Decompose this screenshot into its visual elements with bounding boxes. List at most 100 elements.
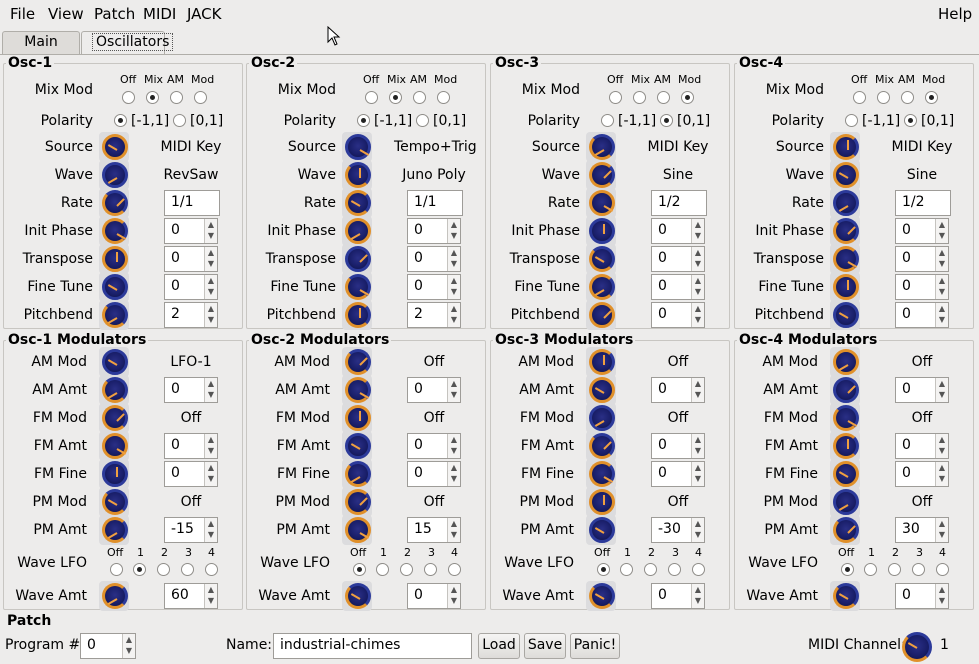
am-mod-knob[interactable] [833,349,859,375]
wave-lfo-radio[interactable] [448,563,461,576]
wave-lfo-radio[interactable] [110,563,123,576]
mix-mod-radio[interactable] [657,91,670,104]
wave-lfo-radio[interactable] [400,563,413,576]
spinner-arrows-icon[interactable]: ▲ ▼ [935,378,948,402]
polarity-unipolar-radio[interactable] [660,114,673,127]
wave-lfo-radio[interactable] [912,563,925,576]
init-phase-spinner[interactable]: 0 ▲ ▼ [164,218,218,244]
tab-oscillators[interactable]: Oscillators [81,31,174,55]
mix-mod-radio[interactable] [146,91,159,104]
transpose-spinner[interactable]: 0 ▲ ▼ [651,246,705,272]
fm-amt-spinner[interactable]: 0 ▲ ▼ [407,433,461,459]
fm-mod-knob[interactable] [102,405,128,431]
transpose-spinner[interactable]: 0 ▲ ▼ [895,246,949,272]
menu-patch[interactable]: Patch [94,5,135,23]
mix-mod-radio[interactable] [413,91,426,104]
fm-amt-spinner[interactable]: 0 ▲ ▼ [895,433,949,459]
spinner-arrows-icon[interactable]: ▲ ▼ [447,434,460,458]
mix-mod-radio[interactable] [122,91,135,104]
mix-mod-radio[interactable] [389,91,402,104]
wave-knob[interactable] [102,162,128,188]
spinner-arrows-icon[interactable]: ▲ ▼ [204,303,217,327]
source-knob[interactable] [833,134,859,160]
pitchbend-spinner[interactable]: 2 ▲ ▼ [407,302,461,328]
pitchbend-spinner[interactable]: 0 ▲ ▼ [895,302,949,328]
wave-amt-knob[interactable] [833,583,859,609]
rate-input[interactable]: 1/1 [407,190,463,216]
program-spinner[interactable]: 0 ▲ ▼ [80,633,136,659]
fm-fine-knob[interactable] [102,461,128,487]
wave-lfo-radio[interactable] [597,563,610,576]
transpose-spinner[interactable]: 0 ▲ ▼ [164,246,218,272]
spinner-arrows-icon[interactable]: ▲ ▼ [691,219,704,243]
pitchbend-spinner[interactable]: 2 ▲ ▼ [164,302,218,328]
fine-tune-spinner[interactable]: 0 ▲ ▼ [651,274,705,300]
wave-amt-knob[interactable] [345,583,371,609]
am-mod-knob[interactable] [589,349,615,375]
rate-knob[interactable] [833,190,859,216]
mix-mod-radio[interactable] [633,91,646,104]
pitchbend-spinner[interactable]: 0 ▲ ▼ [651,302,705,328]
pm-amt-spinner[interactable]: -15 ▲ ▼ [164,517,218,543]
init-phase-knob[interactable] [589,218,615,244]
mix-mod-radio[interactable] [901,91,914,104]
transpose-knob[interactable] [345,246,371,272]
source-knob[interactable] [345,134,371,160]
wave-lfo-radio[interactable] [841,563,854,576]
spinner-arrows-icon[interactable]: ▲ ▼ [691,303,704,327]
load-button[interactable]: Load [478,633,520,659]
polarity-bipolar-radio[interactable] [357,114,370,127]
wave-amt-spinner[interactable]: 0 ▲ ▼ [651,583,705,609]
spinner-arrows-icon[interactable]: ▲ ▼ [935,275,948,299]
transpose-knob[interactable] [833,246,859,272]
fm-fine-knob[interactable] [589,461,615,487]
spinner-arrows-icon[interactable]: ▲ ▼ [447,219,460,243]
spinner-arrows-icon[interactable]: ▲ ▼ [447,303,460,327]
pitchbend-knob[interactable] [589,302,615,328]
spinner-arrows-icon[interactable]: ▲ ▼ [691,462,704,486]
pitchbend-knob[interactable] [345,302,371,328]
spinner-arrows-icon[interactable]: ▲ ▼ [447,275,460,299]
mix-mod-radio[interactable] [194,91,207,104]
save-button[interactable]: Save [524,633,566,659]
wave-knob[interactable] [833,162,859,188]
wave-lfo-radio[interactable] [353,563,366,576]
panic-button[interactable]: Panic! [570,633,620,659]
init-phase-knob[interactable] [345,218,371,244]
wave-lfo-radio[interactable] [205,563,218,576]
fine-tune-knob[interactable] [345,274,371,300]
am-amt-spinner[interactable]: 0 ▲ ▼ [895,377,949,403]
rate-knob[interactable] [345,190,371,216]
wave-lfo-radio[interactable] [157,563,170,576]
spinner-arrows-icon[interactable]: ▲ ▼ [204,219,217,243]
mix-mod-radio[interactable] [365,91,378,104]
fm-amt-knob[interactable] [102,433,128,459]
am-amt-spinner[interactable]: 0 ▲ ▼ [164,377,218,403]
transpose-knob[interactable] [102,246,128,272]
pm-amt-knob[interactable] [589,517,615,543]
fine-tune-knob[interactable] [589,274,615,300]
polarity-unipolar-radio[interactable] [173,114,186,127]
fm-mod-knob[interactable] [345,405,371,431]
transpose-spinner[interactable]: 0 ▲ ▼ [407,246,461,272]
wave-amt-knob[interactable] [589,583,615,609]
spinner-arrows-icon[interactable]: ▲ ▼ [935,303,948,327]
mix-mod-radio[interactable] [925,91,938,104]
polarity-bipolar-radio[interactable] [601,114,614,127]
pm-mod-knob[interactable] [102,489,128,515]
fm-mod-knob[interactable] [589,405,615,431]
polarity-unipolar-radio[interactable] [904,114,917,127]
mix-mod-radio[interactable] [437,91,450,104]
spinner-arrows-icon[interactable]: ▲ ▼ [935,247,948,271]
spinner-arrows-icon[interactable]: ▲ ▼ [691,275,704,299]
wave-lfo-radio[interactable] [181,563,194,576]
rate-knob[interactable] [102,190,128,216]
wave-lfo-radio[interactable] [424,563,437,576]
init-phase-spinner[interactable]: 0 ▲ ▼ [407,218,461,244]
fm-amt-knob[interactable] [345,433,371,459]
wave-lfo-radio[interactable] [888,563,901,576]
fm-fine-knob[interactable] [345,461,371,487]
polarity-bipolar-radio[interactable] [845,114,858,127]
wave-lfo-radio[interactable] [668,563,681,576]
menu-file[interactable]: File [10,5,35,23]
